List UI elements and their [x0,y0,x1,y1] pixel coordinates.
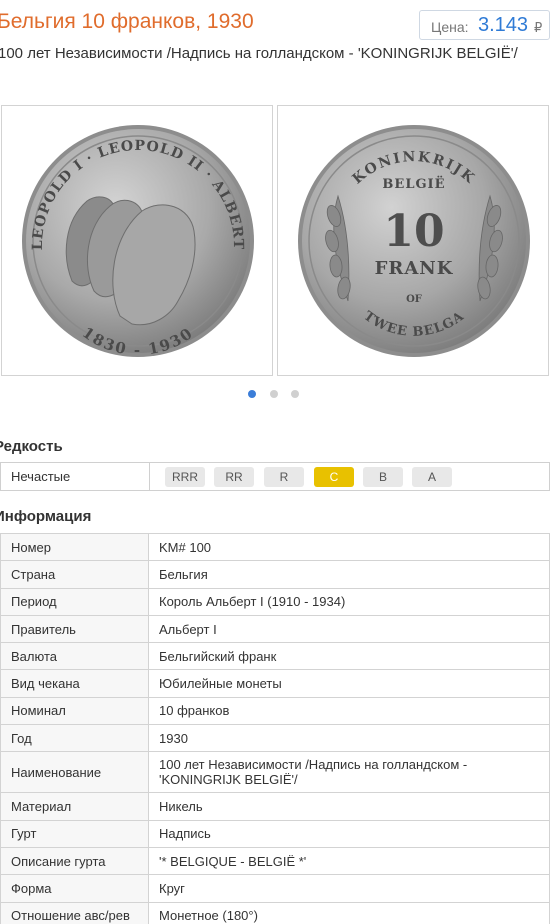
info-key: Номинал [0,696,149,726]
info-value: KM# 100 [148,532,550,562]
price-box: Цена: 3.143 ₽ [419,10,550,40]
info-key: Материал [0,792,149,821]
page-title: Бельгия 10 франков, 1930 [0,10,254,33]
table-row: Вид чекана Юбилейные монеты [0,669,550,698]
rarity-section-title: Редкость [0,438,63,455]
info-key: Страна [0,560,149,589]
info-key: Номер [0,532,149,562]
info-key: Период [0,587,149,616]
info-key: Гурт [0,819,149,848]
info-key: Валюта [0,642,149,671]
table-row: Период Король Альберт I (1910 - 1934) [0,587,550,616]
reverse-unit: FRANK [375,258,454,279]
rarity-chip-a[interactable]: A [412,467,452,487]
rarity-label: Нечастые [11,469,71,484]
reverse-denomination: 10 [383,206,444,257]
coin-header: Бельгия 10 франков, 1930 Цена: 3.143 ₽ 1… [0,0,551,90]
info-value: Бельгийский франк [148,642,550,671]
table-row: Гурт Надпись [0,819,550,848]
table-row: Год 1930 [0,724,550,753]
table-row: Форма Круг [0,874,550,903]
carousel-dot-2[interactable] [270,390,278,398]
table-row: Правитель Альберт I [0,614,550,644]
info-section-title: Информация [0,508,92,525]
reverse-of: OF [406,294,422,305]
info-value: 10 франков [148,696,550,726]
info-value: '* BELGIQUE - BELGIË *' [148,846,550,876]
info-value: Надпись [148,819,550,848]
table-row: Валюта Бельгийский франк [0,642,550,671]
rarity-divider [149,463,150,490]
table-row: Номер KM# 100 [0,532,550,562]
table-row: Отношение авс/рев Монетное (180°) [0,901,550,924]
table-row: Страна Бельгия [0,560,550,589]
info-table: Номер KM# 100 Страна Бельгия Период Король … [0,532,550,924]
rarity-chip-rrr[interactable]: RRR [165,467,205,487]
reverse-country: BELGIË [382,176,445,192]
info-key: Форма [0,874,149,903]
info-key: Вид чекана [0,669,149,698]
coin-obverse-image[interactable]: LEOPOLD I · LEOPOLD II · ALBERT 1830 - 1… [1,105,273,376]
price-label: Цена: [431,19,469,35]
info-key: Наименование [0,751,149,794]
info-value: Никель [148,792,550,821]
obverse-coin-graphic: LEOPOLD I · LEOPOLD II · ALBERT 1830 - 1… [22,125,254,359]
info-value: Король Альберт I (1910 - 1934) [148,587,550,616]
info-value: 1930 [148,724,550,753]
rarity-row: Нечастые RRR RR R C B A [0,462,550,491]
carousel-dots [248,390,308,398]
rarity-chip-c[interactable]: C [314,467,354,487]
rarity-chip-b[interactable]: B [363,467,403,487]
rarity-chip-rr[interactable]: RR [214,467,254,487]
info-key: Описание гурта [0,846,149,876]
info-value: Альберт I [148,614,550,644]
info-value: Юбилейные монеты [148,669,550,698]
info-key: Правитель [0,614,149,644]
carousel-dot-1[interactable] [248,390,256,398]
info-value: Бельгия [148,560,550,589]
table-row: Наименование 100 лет Независимости /Надпи… [0,751,550,794]
coin-reverse-image[interactable]: KONINKRIJK BELGIË 10 FRANK OF TWEE BELGA [277,105,549,376]
rarity-chip-r[interactable]: R [264,467,304,487]
table-row: Материал Никель [0,792,550,821]
reverse-coin-graphic: KONINKRIJK BELGIË 10 FRANK OF TWEE BELGA [298,125,530,357]
info-value: Круг [148,874,550,903]
table-row: Номинал 10 франков [0,696,550,726]
info-value: 100 лет Независимости /Надпись на голлан… [148,751,550,794]
coin-subtitle: 100 лет Независимости /Надпись на голлан… [0,45,518,62]
carousel-dot-3[interactable] [291,390,299,398]
info-value: Монетное (180°) [148,901,550,924]
info-key: Отношение авс/рев [0,901,149,924]
table-row: Описание гурта '* BELGIQUE - BELGIË *' [0,846,550,876]
price-value: 3.143 [478,14,529,36]
info-key: Год [0,724,149,753]
currency-symbol: ₽ [534,20,543,35]
